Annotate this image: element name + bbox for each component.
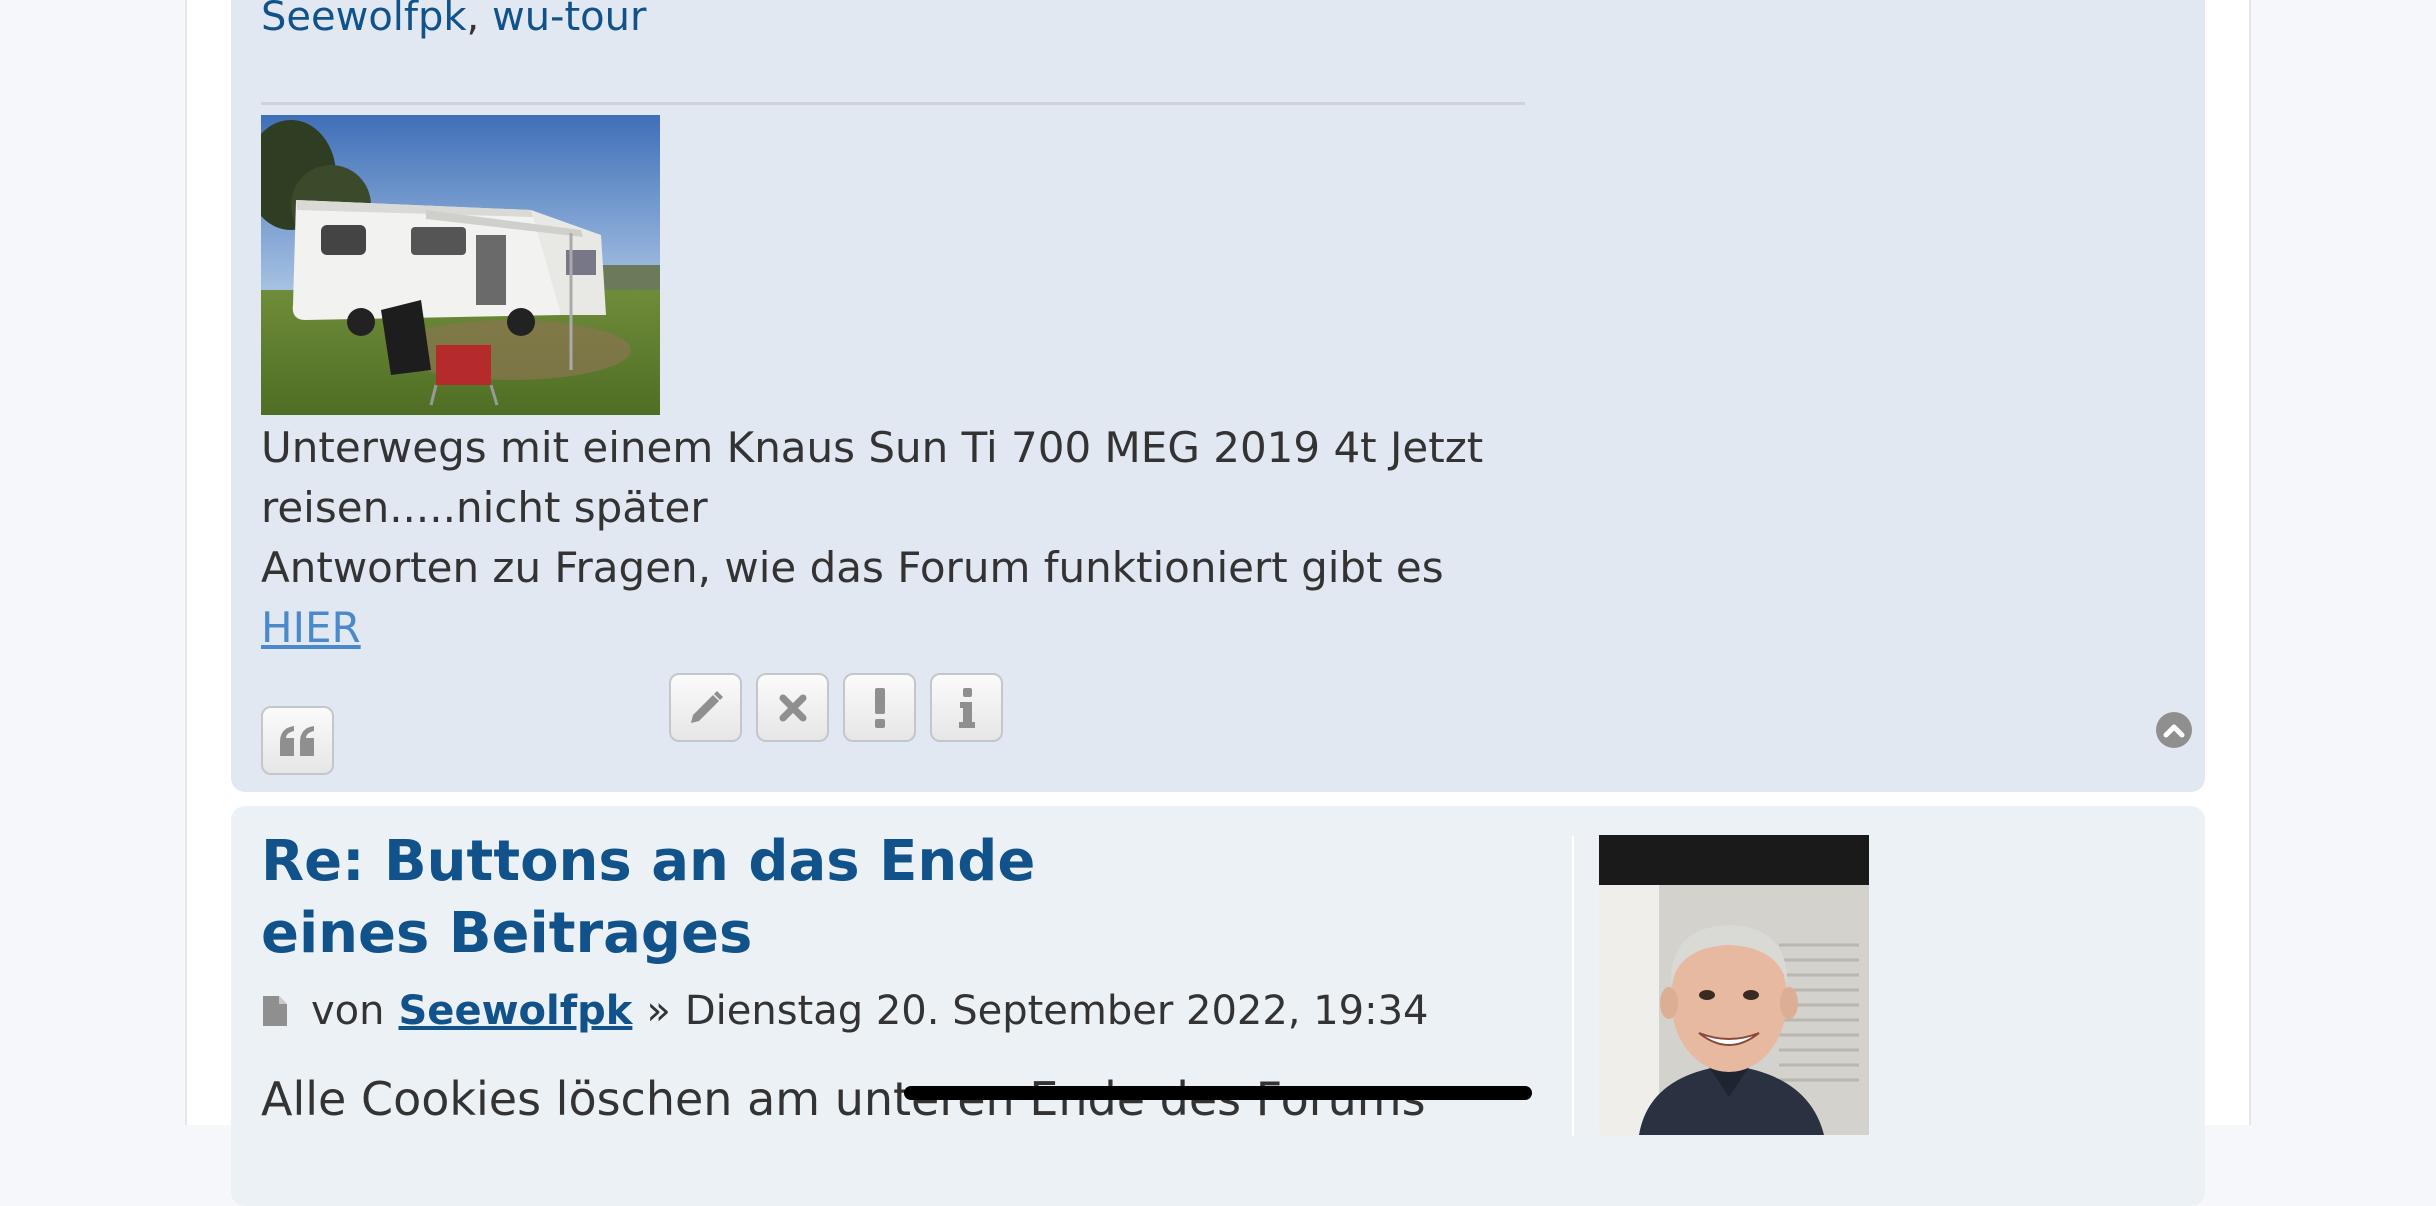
profile-divider — [1572, 836, 1574, 1136]
thanked-user-link[interactable]: wu-tour — [492, 0, 646, 40]
signature-divider — [261, 102, 1525, 105]
info-button[interactable] — [930, 673, 1003, 742]
info-icon — [958, 687, 975, 728]
delete-button[interactable] — [756, 673, 829, 742]
quote-button[interactable] — [261, 706, 334, 775]
thanks-separator: , — [466, 0, 492, 40]
home-indicator[interactable] — [904, 1086, 1532, 1100]
signature-line: Antworten zu Fragen, wie das Forum funkt… — [261, 543, 1444, 592]
thanks-list: Seewolfpk, wu-tour — [261, 0, 646, 40]
close-icon — [779, 694, 806, 721]
back-to-top-button[interactable] — [2156, 712, 2192, 748]
post-meta: von Seewolfpk » Dienstag 20. September 2… — [261, 986, 1429, 1036]
author-link[interactable]: Seewolfpk — [399, 986, 633, 1036]
signature-help-link[interactable]: HIER — [261, 603, 361, 652]
edit-button[interactable] — [669, 673, 742, 742]
signature-image — [261, 115, 660, 415]
meta-prefix: von — [311, 988, 385, 1034]
chevron-up-icon — [2163, 724, 2185, 738]
camper-photo — [261, 115, 660, 415]
post-file-icon[interactable] — [261, 994, 289, 1028]
meta-separator: » — [646, 988, 671, 1034]
avatar-photo — [1599, 835, 1869, 1135]
thanked-user-link[interactable]: Seewolfpk — [261, 0, 467, 40]
report-button[interactable] — [843, 673, 916, 742]
post-title[interactable]: Re: Buttons an das Ende eines Beitrages — [261, 826, 1161, 970]
quote-icon — [279, 725, 314, 756]
signature-text: Unterwegs mit einem Knaus Sun Ti 700 MEG… — [261, 418, 1561, 658]
signature-line: Unterwegs mit einem Knaus Sun Ti 700 MEG… — [261, 423, 1484, 532]
exclamation-icon — [874, 687, 885, 728]
pencil-icon — [690, 690, 723, 723]
avatar[interactable] — [1599, 835, 1869, 1135]
post-date: Dienstag 20. September 2022, 19:34 — [684, 988, 1429, 1034]
